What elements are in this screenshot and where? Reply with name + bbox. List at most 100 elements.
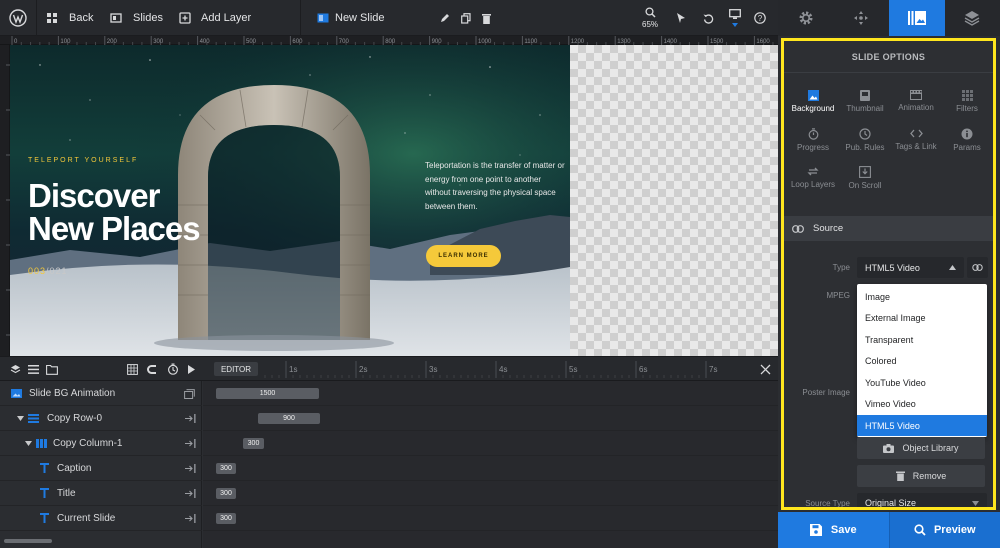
undo-button[interactable] [703,0,714,36]
remove-button[interactable]: Remove [857,465,985,487]
layers-icon[interactable] [10,364,21,375]
option-background[interactable]: Background [787,90,839,113]
option-on-scroll[interactable]: On Scroll [839,166,891,190]
source-link-button[interactable] [967,257,988,278]
grid-snap-icon[interactable] [127,364,138,375]
option-label: Background [791,104,835,113]
dropdown-option-youtube-video[interactable]: YouTube Video [857,372,984,393]
loop-icon [807,167,819,176]
option-label: Filters [956,104,978,113]
column-icon [36,439,47,448]
animation-bar[interactable]: 300 [216,488,236,499]
tab-slide-options[interactable] [889,0,945,36]
layer-row-caption[interactable]: Caption [0,456,202,481]
caret-down-icon[interactable] [17,416,24,421]
horizontal-scrollbar[interactable] [4,539,52,543]
dropdown-option-colored[interactable]: Colored [857,350,984,371]
slide-name: New Slide [335,12,385,24]
source-type-value: Original Size [865,498,917,508]
layer-row-current-slide[interactable]: Current Slide [0,506,202,531]
align-end-icon[interactable] [185,439,196,448]
copy-icon [461,12,471,24]
layer-row-copy-row[interactable]: Copy Row-0 [0,406,202,431]
option-label: Thumbnail [846,104,884,113]
add-layer-button[interactable]: Add Layer [179,0,251,36]
help-icon: ? [754,12,766,24]
layer-row-copy-column[interactable]: Copy Column-1 [0,431,202,456]
device-desktop-button[interactable] [729,0,741,36]
select-tool-button[interactable] [676,0,686,36]
time-mark-label: 4s [499,365,507,374]
layer-row-slide-bg[interactable]: Slide BG Animation [0,381,202,406]
time-mark-label: 2s [359,365,367,374]
slide-description[interactable]: Teleportation is the transfer of matter … [425,159,565,213]
option-thumbnail[interactable]: Thumbnail [839,90,891,113]
source-type-select[interactable]: Original Size [857,493,987,508]
slides-button[interactable]: Slides [110,0,163,36]
type-select[interactable]: HTML5 Video [857,257,964,278]
caret-down-icon[interactable] [25,441,32,446]
align-end-icon[interactable] [185,489,196,498]
dropdown-option-vimeo-video[interactable]: Vimeo Video [857,393,984,414]
option-animation[interactable]: Animation [890,90,942,112]
learn-more-button[interactable]: LEARN MORE [426,245,501,267]
tab-general-settings[interactable] [778,0,834,36]
slide-counter[interactable]: 003/021 [28,266,68,276]
preview-button[interactable]: Preview [888,512,1000,548]
edit-slide-button[interactable] [440,0,450,36]
tab-layer-options[interactable] [944,0,1000,36]
back-button[interactable]: Back [46,0,93,36]
source-type-label: Source Type [805,499,850,508]
navigation-icon [854,11,869,25]
layers-stack-icon [964,11,980,26]
dropdown-option-html5-video[interactable]: HTML5 Video [857,415,987,436]
option-loop-layers[interactable]: Loop Layers [787,166,839,189]
media-library-icon[interactable] [184,389,195,399]
align-end-icon[interactable] [185,414,196,423]
add-layer-icon [179,12,191,24]
slide-name-selector[interactable]: New Slide [317,0,385,36]
delete-slide-button[interactable] [482,0,491,36]
list-icon[interactable] [28,364,39,375]
play-icon[interactable] [187,364,196,375]
timeline-time-marks: 1s 2s 3s 4s 5s 6s 7s [264,361,717,378]
animation-bar[interactable]: 300 [243,438,264,449]
layer-row-title[interactable]: Title [0,481,202,506]
magnet-icon[interactable] [147,364,158,375]
slide-eyebrow-text[interactable]: TELEPORT YOURSELF [28,157,138,164]
wordpress-logo-icon[interactable] [0,0,36,36]
duplicate-slide-button[interactable] [461,0,471,36]
align-end-icon[interactable] [185,464,196,473]
help-button[interactable]: ? [754,0,766,36]
option-filters[interactable]: Filters [941,90,993,113]
animation-bar[interactable]: 900 [258,413,320,424]
object-library-button[interactable]: Object Library [857,437,985,459]
dropdown-option-transparent[interactable]: Transparent [857,329,984,350]
source-section-header[interactable]: Source [784,216,993,241]
tab-navigation[interactable] [833,0,889,36]
animation-bar[interactable]: 300 [216,463,236,474]
slide-canvas[interactable]: TELEPORT YOURSELF Discover New Places 00… [10,45,570,356]
undo-icon [703,13,714,24]
poster-image-label: Poster Image [802,388,850,397]
gear-icon [799,11,813,25]
layer-name: Title [57,487,76,499]
zoom-control[interactable]: 65% [642,0,658,36]
layer-name: Caption [57,462,92,474]
dropdown-option-external-image[interactable]: External Image [857,307,984,328]
option-progress[interactable]: Progress [787,128,839,152]
animation-bar[interactable]: 1500 [216,388,319,399]
option-publish-rules[interactable]: Pub. Rules [839,128,891,152]
timer-icon[interactable] [167,363,179,375]
align-end-icon[interactable] [185,514,196,523]
dropdown-option-image[interactable]: Image [857,286,984,307]
option-label: Pub. Rules [845,143,885,152]
close-icon[interactable] [760,364,771,375]
slide-title[interactable]: Discover New Places [28,179,288,245]
option-params[interactable]: Params [941,128,993,152]
animation-bar[interactable]: 300 [216,513,236,524]
folder-icon[interactable] [46,364,58,375]
save-button[interactable]: Save [778,512,889,548]
pencil-icon [441,14,449,22]
option-tags-link[interactable]: Tags & Link [890,128,942,151]
